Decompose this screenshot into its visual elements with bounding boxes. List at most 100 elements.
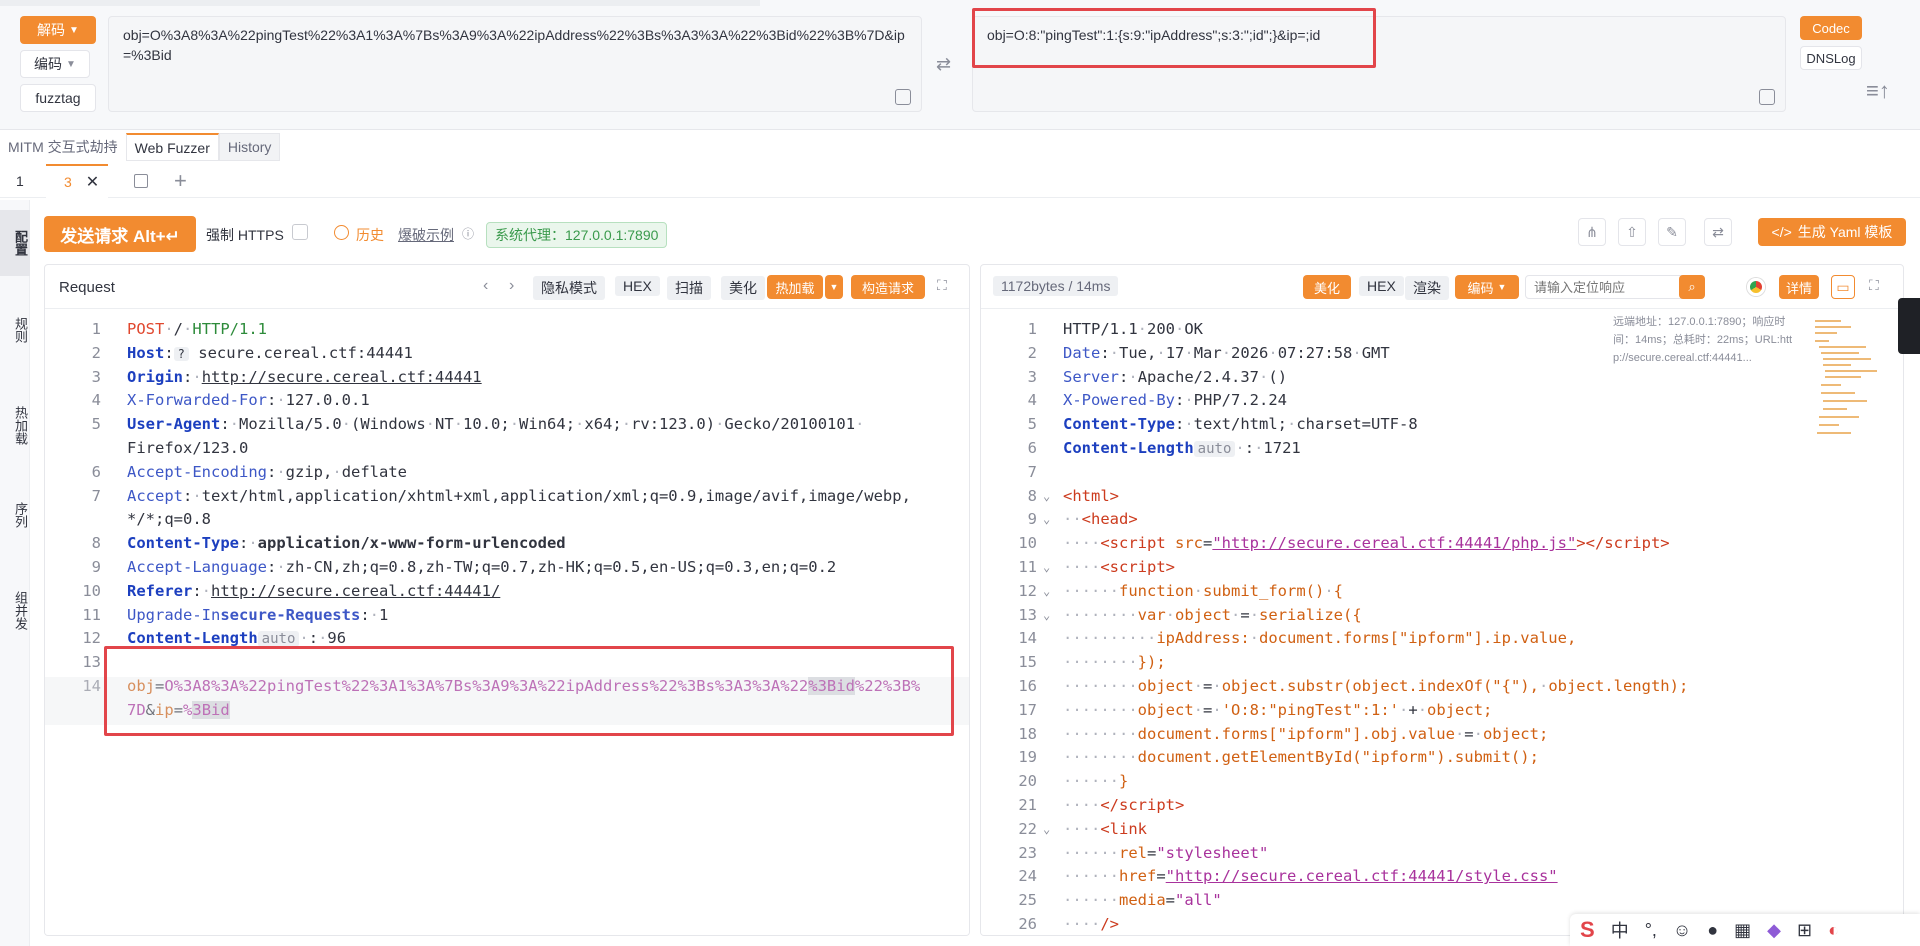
swap-icon[interactable]: ⇄ <box>936 54 951 75</box>
code-line: 22 ⌄ ····<link <box>981 817 1903 841</box>
edit-icon[interactable]: ✎ <box>1658 218 1686 246</box>
minimap-graphic <box>1815 320 1877 434</box>
code-text: Host:? secure.cereal.ctf:44441 <box>127 343 413 362</box>
side-tab-concurrency[interactable]: 组并发 <box>0 570 30 650</box>
render-button[interactable]: 渲染 <box>1405 276 1449 300</box>
comment-icon[interactable]: ▭ <box>1831 275 1855 299</box>
right-edge-handle[interactable] <box>1898 298 1920 354</box>
request-hex-button[interactable]: HEX <box>615 276 660 296</box>
sub-tab-3[interactable]: 3 ✕ <box>46 163 108 198</box>
code-text: Date:·Tue,·17·Mar·2026·07:27:58·GMT <box>1063 343 1390 362</box>
line-number: 12 <box>82 629 101 648</box>
ime-mode[interactable]: 中 <box>1611 917 1629 943</box>
fold-chevron-icon[interactable]: ⌄ <box>1043 484 1050 508</box>
line-number: 26 <box>1018 915 1037 933</box>
force-https-label: 强制 HTTPS <box>206 227 284 243</box>
keyboard-icon[interactable]: ▦ <box>1734 920 1751 941</box>
code-text: Accept:·text/html,application/xhtml+xml,… <box>127 486 911 505</box>
side-tab-rules[interactable]: 规则 <box>0 300 30 360</box>
chevron-right-icon[interactable]: › <box>509 277 514 295</box>
hotload-button[interactable]: 热加载 <box>767 275 823 299</box>
hotload-dropdown[interactable]: ▼ <box>825 275 843 299</box>
ime-toolbar: S 中 °, ☺ ● ▦ ◆ ⊞ ◐ <box>1570 914 1920 946</box>
add-tab-icon[interactable]: + <box>174 168 187 194</box>
search-icon[interactable]: ⌕ <box>1679 275 1705 299</box>
response-encoding-button[interactable]: 编码 ▼ <box>1455 275 1519 299</box>
response-search[interactable]: ⌕ <box>1525 275 1705 299</box>
line-number: 9 <box>91 558 101 576</box>
sub-tab-1[interactable]: 1 <box>0 173 46 189</box>
tab-web-fuzzer-label: Web Fuzzer <box>134 139 210 156</box>
fold-chevron-icon[interactable]: ⌄ <box>1043 579 1050 603</box>
sub-tab-3-label: 3 <box>64 173 72 190</box>
history-link[interactable]: 历史 <box>356 225 384 245</box>
code-line: 12 ⌄ ······function·submit_form()·{ <box>981 579 1903 603</box>
privacy-mode-button[interactable]: 隐私模式 <box>533 276 605 300</box>
beautify-response-button[interactable]: 美化 <box>1303 275 1351 299</box>
generate-yaml-button[interactable]: </> 生成 Yaml 模板 <box>1758 218 1906 246</box>
copy-icon[interactable] <box>1759 89 1775 105</box>
code-text: ········document.forms["ipform"].obj.val… <box>1063 724 1549 743</box>
fuzztag-button[interactable]: fuzztag <box>20 84 96 112</box>
decode-button[interactable]: 解码 ▼ <box>20 16 96 44</box>
line-number: 19 <box>1018 748 1037 767</box>
request-hex-label: HEX <box>623 278 652 294</box>
encode-button[interactable]: 编码 ▼ <box>20 50 90 78</box>
beautify-request-button[interactable]: 美化 <box>721 276 765 300</box>
code-line: 1 POST·/·HTTP/1.1 <box>45 317 969 341</box>
side-tab-sequence[interactable]: 序列 <box>0 485 30 545</box>
send-request-button[interactable]: 发送请求 Alt+↵ <box>44 216 196 252</box>
response-hex-button[interactable]: HEX <box>1359 276 1404 296</box>
detail-button[interactable]: 详情 <box>1779 275 1819 299</box>
fold-chevron-icon[interactable]: ⌄ <box>1043 507 1050 531</box>
codec-input[interactable]: obj=O%3A8%3A%22pingTest%22%3A1%3A%7Bs%3A… <box>108 16 922 112</box>
line-number: 7 <box>91 486 101 505</box>
side-tab-hotload[interactable]: 热加载 <box>0 385 30 465</box>
save-icon[interactable] <box>134 173 148 188</box>
code-text: ······function·submit_form()·{ <box>1063 581 1344 600</box>
switch-icon[interactable]: ⇄ <box>1704 218 1732 246</box>
code-text: ······} <box>1063 772 1129 791</box>
fold-chevron-icon[interactable]: ⌄ <box>1043 555 1050 579</box>
hotload-label: 热加载 <box>775 280 815 296</box>
sort-icon[interactable]: ≡↑ <box>1866 78 1890 104</box>
dnslog-side-button[interactable]: DNSLog <box>1800 46 1862 70</box>
force-https-checkbox[interactable] <box>292 224 308 240</box>
chevron-down-icon: ▼ <box>1497 282 1507 292</box>
response-editor[interactable]: 1 HTTP/1.1·200·OK 2 Date:·Tue,·17·Mar·2026·… <box>981 309 1903 935</box>
build-request-button[interactable]: 构造请求 <box>851 275 925 299</box>
side-tab-config[interactable]: 配置 <box>0 210 30 276</box>
fullscreen-icon[interactable]: ⛶ <box>937 277 947 294</box>
response-search-input[interactable] <box>1526 276 1666 298</box>
close-icon[interactable]: ✕ <box>86 172 99 192</box>
tab-web-fuzzer[interactable]: Web Fuzzer <box>125 133 219 161</box>
scan-button[interactable]: 扫描 <box>667 276 711 300</box>
side-tab-bar: 配置 规则 热加载 序列 组并发 <box>0 200 30 946</box>
code-line: 11 ⌄ ····<script> <box>981 555 1903 579</box>
tab-history[interactable]: History <box>218 133 281 161</box>
request-editor[interactable]: 1 POST·/·HTTP/1.1 2 Host:? secure.cereal.ct… <box>45 309 969 935</box>
chrome-icon[interactable] <box>1747 278 1765 296</box>
examples-link[interactable]: 爆破示例 <box>398 225 454 245</box>
tab-mitm[interactable]: MITM 交互式劫持 <box>0 133 126 161</box>
export-icon[interactable]: ⇧ <box>1618 218 1646 246</box>
chevron-left-icon[interactable]: ‹ <box>483 277 488 295</box>
code-line: 23 ······rel="stylesheet" <box>981 841 1903 865</box>
fullscreen-icon[interactable]: ⛶ <box>1869 277 1879 294</box>
highlight-box-request-body <box>104 646 954 736</box>
code-line: 14 ··········ipAddress:·document.forms["i… <box>981 626 1903 650</box>
code-text: ······media="all" <box>1063 891 1222 910</box>
mic-icon[interactable]: ● <box>1707 920 1718 941</box>
share-icon[interactable]: ⋔ <box>1578 218 1606 246</box>
copy-icon[interactable] <box>895 89 911 105</box>
fold-chevron-icon[interactable]: ⌄ <box>1043 817 1050 841</box>
code-text: ··<head> <box>1063 510 1138 529</box>
more-icon[interactable]: ◐ <box>1828 920 1839 941</box>
code-line: 9 Accept-Language:·zh-CN,zh;q=0.8,zh-TW;q… <box>45 555 969 579</box>
grid-icon[interactable]: ⊞ <box>1797 920 1812 941</box>
codec-side-button[interactable]: Codec <box>1800 16 1862 40</box>
skin-icon[interactable]: ◆ <box>1767 920 1781 941</box>
emoji-icon[interactable]: ☺ <box>1673 920 1691 941</box>
punctuation-icon[interactable]: °, <box>1645 920 1657 941</box>
fold-chevron-icon[interactable]: ⌄ <box>1043 603 1050 627</box>
